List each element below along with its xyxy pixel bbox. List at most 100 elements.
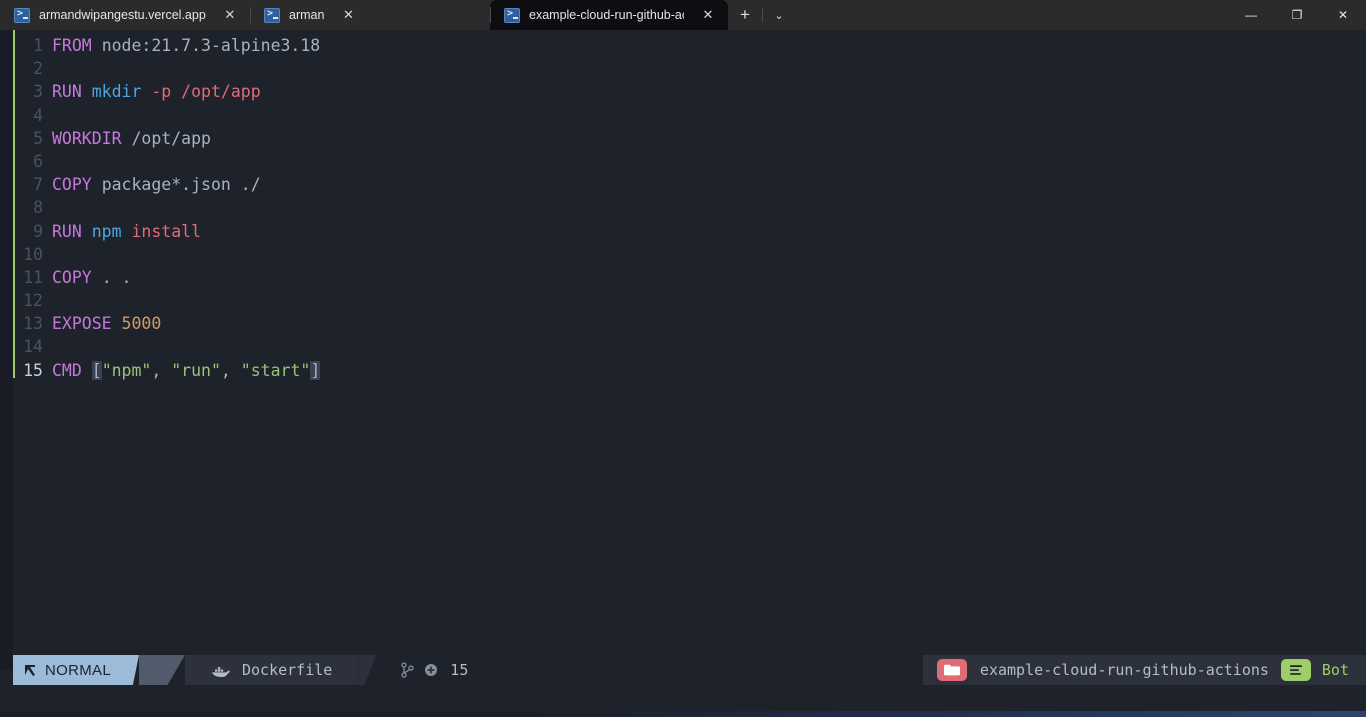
code-token	[122, 129, 132, 148]
code-line: 12	[0, 289, 320, 312]
code-line: 7COPY package*.json ./	[0, 173, 320, 196]
powershell-icon	[264, 8, 280, 23]
status-slant-segment	[139, 655, 185, 685]
tab-title: arman	[289, 8, 324, 22]
code-content[interactable]: 1FROM node:21.7.3-alpine3.1823RUN mkdir …	[0, 34, 320, 382]
code-token: COPY	[52, 175, 92, 194]
code-line: 4	[0, 104, 320, 127]
code-token: 5000	[122, 314, 162, 333]
code-line: 10	[0, 243, 320, 266]
tab-title: example-cloud-run-github-ac	[529, 8, 684, 22]
mode-slant	[123, 655, 139, 685]
diagnostic-count: 15	[450, 661, 468, 679]
tab-example-cloud-run-github-actions[interactable]: example-cloud-run-github-ac ✕	[490, 0, 728, 30]
filetype-slant	[358, 655, 376, 685]
code-token: ,	[221, 361, 241, 380]
close-icon[interactable]: ✕	[336, 3, 360, 27]
close-icon[interactable]: ✕	[218, 3, 242, 27]
maximize-restore-button[interactable]: ❐	[1274, 0, 1320, 30]
code-token	[112, 314, 122, 333]
code-token: WORKDIR	[52, 129, 122, 148]
code-token: . .	[102, 268, 132, 287]
tab-separator	[490, 7, 491, 23]
code-token: /opt/app	[181, 82, 260, 101]
code-token: -p	[151, 82, 171, 101]
tab-arman[interactable]: arman ✕	[250, 0, 490, 30]
line-number: 11	[0, 266, 52, 289]
code-token	[122, 222, 132, 241]
tab-title: armandwipangestu.vercel.app	[39, 8, 206, 22]
code-token: "npm"	[102, 361, 152, 380]
close-window-button[interactable]: ✕	[1320, 0, 1366, 30]
code-line: 8	[0, 196, 320, 219]
close-icon[interactable]: ✕	[696, 3, 720, 27]
window-bottom-edge	[0, 711, 1366, 717]
line-number: 15	[0, 359, 52, 382]
code-line: 2	[0, 57, 320, 80]
tab-armandwipangestu[interactable]: armandwipangestu.vercel.app ✕	[0, 0, 250, 30]
code-line: 6	[0, 150, 320, 173]
status-mode[interactable]: NORMAL	[13, 655, 123, 685]
code-token	[92, 36, 102, 55]
powershell-icon	[504, 8, 520, 23]
line-number: 3	[0, 80, 52, 103]
tab-menu-label: ⌄	[774, 9, 783, 22]
code-token: mkdir	[92, 82, 142, 101]
code-token: ,	[151, 361, 171, 380]
code-token: "run"	[171, 361, 221, 380]
status-left: NORMAL Dockerfile	[13, 655, 468, 685]
line-number: 7	[0, 173, 52, 196]
code-token: install	[132, 222, 202, 241]
lines-icon	[1281, 659, 1311, 681]
circle-plus-icon	[424, 663, 438, 677]
line-number: 2	[0, 57, 52, 80]
line-number: 10	[0, 243, 52, 266]
code-token: /opt/app	[131, 129, 210, 148]
code-token: EXPOSE	[52, 314, 112, 333]
window-controls: — ❐ ✕	[1228, 0, 1366, 30]
code-token: COPY	[52, 268, 92, 287]
line-number: 8	[0, 196, 52, 219]
code-line: 13EXPOSE 5000	[0, 312, 320, 335]
status-git[interactable]: 15	[376, 655, 468, 685]
code-token	[141, 82, 151, 101]
code-line: 11COPY . .	[0, 266, 320, 289]
filetype-label: Dockerfile	[242, 661, 332, 679]
docker-whale-icon	[211, 664, 231, 677]
line-number: 5	[0, 127, 52, 150]
code-token: FROM	[52, 36, 92, 55]
minimize-button[interactable]: —	[1228, 0, 1274, 30]
code-editor[interactable]: 1FROM node:21.7.3-alpine3.1823RUN mkdir …	[0, 30, 1366, 670]
code-line: 5WORKDIR /opt/app	[0, 127, 320, 150]
tab-bar: armandwipangestu.vercel.app ✕ arman ✕ ex…	[0, 0, 1366, 30]
line-number: 6	[0, 150, 52, 173]
code-token	[92, 268, 102, 287]
line-number: 4	[0, 104, 52, 127]
code-token: CMD	[52, 361, 82, 380]
project-name: example-cloud-run-github-actions	[980, 661, 1281, 679]
code-token: RUN	[52, 222, 82, 241]
code-line: 9RUN npm install	[0, 220, 320, 243]
terminal-window: armandwipangestu.vercel.app ✕ arman ✕ ex…	[0, 0, 1366, 717]
code-token: RUN	[52, 82, 82, 101]
code-line: 14	[0, 335, 320, 358]
bot-label: Bot	[1322, 661, 1366, 679]
code-token: package*.json ./	[102, 175, 261, 194]
code-line: 3RUN mkdir -p /opt/app	[0, 80, 320, 103]
code-line: 1FROM node:21.7.3-alpine3.18	[0, 34, 320, 57]
code-token	[92, 175, 102, 194]
status-bar: NORMAL Dockerfile	[0, 655, 1366, 685]
vim-cursor-icon	[24, 664, 37, 677]
code-token	[171, 82, 181, 101]
chevron-down-icon[interactable]: ⌄	[762, 0, 796, 30]
code-token: "start"	[241, 361, 311, 380]
code-token	[82, 82, 92, 101]
line-number: 9	[0, 220, 52, 243]
git-branch-icon	[400, 662, 414, 678]
new-tab-button[interactable]: +	[728, 0, 762, 30]
tab-separator	[250, 7, 251, 23]
status-filetype[interactable]: Dockerfile	[185, 655, 358, 685]
menu-separator	[762, 8, 763, 22]
folder-icon	[937, 659, 967, 681]
mode-label: NORMAL	[45, 662, 111, 679]
